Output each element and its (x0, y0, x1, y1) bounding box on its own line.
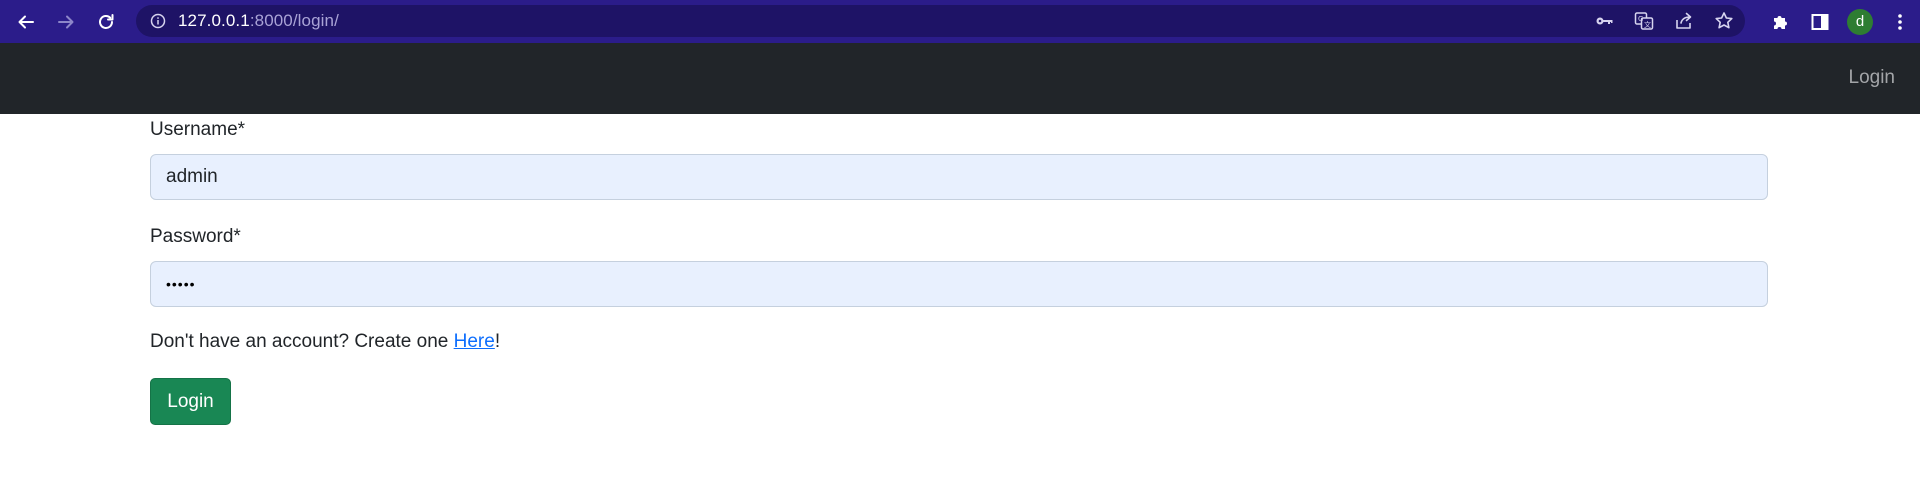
login-button[interactable]: Login (150, 378, 231, 425)
navbar: Login (0, 43, 1920, 114)
svg-text:G: G (1638, 15, 1643, 23)
side-panel-icon[interactable] (1800, 2, 1840, 42)
nav-login-link[interactable]: Login (1849, 67, 1896, 89)
translate-icon[interactable]: G 文 (1633, 10, 1655, 32)
url-host: 127.0.0.1 (178, 11, 250, 30)
reload-button[interactable] (86, 2, 126, 42)
arrow-right-icon (58, 15, 74, 28)
browser-toolbar: 127.0.0.1:8000/login/ G 文 d (0, 0, 1920, 43)
password-input[interactable]: ••••• (150, 261, 1768, 307)
puzzle-icon[interactable] (1760, 2, 1800, 42)
create-account-suffix: ! (494, 331, 501, 352)
create-account-prefix: Don't have an account? Create one (150, 331, 454, 352)
url-path: :8000/login/ (249, 11, 339, 30)
create-account-link[interactable]: Here (454, 331, 495, 352)
arrow-left-icon (18, 15, 34, 28)
username-label: Username* (150, 119, 246, 140)
key-icon[interactable] (1593, 10, 1615, 32)
username-value: admin (166, 166, 218, 187)
create-account-text: Don't have an account? Create one Here! (150, 331, 500, 353)
info-icon[interactable] (150, 13, 166, 29)
url-text: 127.0.0.1:8000/login/ (178, 11, 339, 31)
star-icon[interactable] (1713, 10, 1735, 32)
password-label: Password* (150, 226, 241, 247)
share-icon[interactable] (1673, 10, 1695, 32)
password-value: ••••• (166, 276, 196, 292)
username-input[interactable]: admin (150, 154, 1768, 200)
address-bar[interactable]: 127.0.0.1:8000/login/ G 文 (136, 5, 1745, 37)
reload-icon (99, 13, 114, 29)
svg-text:文: 文 (1644, 20, 1651, 29)
avatar[interactable]: d (1847, 8, 1873, 35)
back-button[interactable] (6, 2, 46, 42)
forward-button[interactable] (46, 2, 86, 42)
kebab-menu-icon[interactable] (1880, 2, 1920, 42)
